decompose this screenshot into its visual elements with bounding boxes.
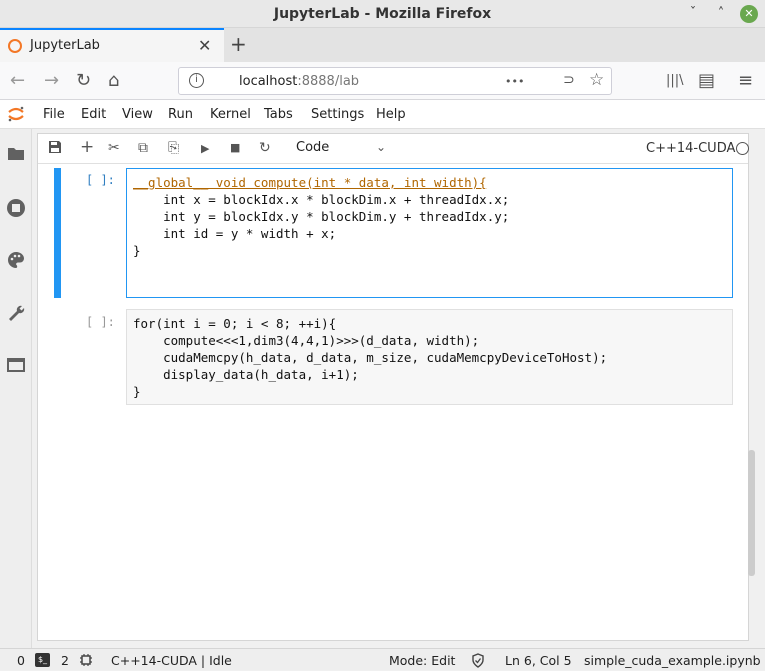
notebook-toolbar: + ✂ ⧉ ⎘ ▶ ■ ↻ Code ⌄ C++14-CUDA <box>38 134 749 164</box>
cell-prompt: [ ]: <box>86 173 115 187</box>
sidebar-toggle-icon[interactable]: ▤ <box>698 70 715 91</box>
hamburger-menu-icon[interactable]: ≡ <box>738 70 753 91</box>
menu-settings[interactable]: Settings <box>311 107 364 122</box>
menu-run[interactable]: Run <box>168 107 193 122</box>
status-bar: 0 $_ 2 C++14-CUDA | Idle Mode: Edit Ln 6… <box>0 648 765 670</box>
back-button[interactable]: ← <box>10 70 25 91</box>
jupyter-favicon-icon <box>8 39 22 53</box>
cell-type-select[interactable]: Code <box>296 140 329 155</box>
file-name: simple_cuda_example.ipynb <box>584 653 761 668</box>
menu-tabs[interactable]: Tabs <box>264 107 293 122</box>
menu-help[interactable]: Help <box>376 107 406 122</box>
cell-editor[interactable]: __global__ void compute(int * data, int … <box>126 168 733 298</box>
menu-file[interactable]: File <box>43 107 65 122</box>
forward-button[interactable]: → <box>44 70 59 91</box>
url-bar[interactable]: i localhost:8888/lab ••• ⊃ ☆ <box>178 67 612 95</box>
close-window-button[interactable]: ✕ <box>740 5 758 23</box>
code-line: } <box>133 384 141 399</box>
code-line: int id = y * width + x; <box>133 226 337 241</box>
code-line: __global__ void compute(int * data, int … <box>133 174 726 191</box>
browser-navbar: ← → ↻ ⌂ i localhost:8888/lab ••• ⊃ ☆ |||… <box>0 62 765 100</box>
mode-indicator: Mode: Edit <box>389 653 456 668</box>
library-icon[interactable]: |||\ <box>666 73 684 88</box>
code-cell-2[interactable]: [ ]: for(int i = 0; i < 8; ++i){ compute… <box>54 309 734 407</box>
terminal-icon[interactable]: $_ <box>35 653 50 667</box>
kernel-name[interactable]: C++14-CUDA <box>646 141 735 156</box>
tab-label: JupyterLab <box>30 38 100 53</box>
cpu-icon[interactable] <box>79 653 93 670</box>
shield-icon[interactable] <box>471 653 485 671</box>
pocket-icon[interactable]: ⊃ <box>563 72 575 88</box>
code-line: } <box>133 243 141 258</box>
bookmark-star-icon[interactable]: ☆ <box>589 70 604 90</box>
code-line-text: __global__ void compute(int * data, int … <box>133 175 487 190</box>
folder-icon[interactable] <box>6 145 26 165</box>
cursor-position[interactable]: Ln 6, Col 5 <box>505 653 572 668</box>
status-count-b[interactable]: 2 <box>61 653 69 668</box>
window-titlebar: JupyterLab - Mozilla Firefox ˇ ˄ ✕ <box>0 0 765 28</box>
home-button[interactable]: ⌂ <box>108 70 119 91</box>
browser-tab-jupyterlab[interactable]: JupyterLab ✕ <box>0 28 224 62</box>
active-cell-indicator <box>54 168 61 298</box>
run-icon[interactable]: ▶ <box>201 142 209 155</box>
info-icon[interactable]: i <box>189 73 204 88</box>
copy-icon[interactable]: ⧉ <box>138 140 148 156</box>
add-cell-button[interactable]: + <box>80 137 94 157</box>
menu-kernel[interactable]: Kernel <box>210 107 251 122</box>
cell-prompt: [ ]: <box>86 315 115 329</box>
notebook-scrollbar[interactable] <box>748 450 755 576</box>
stop-icon[interactable]: ■ <box>230 141 240 154</box>
url-host: localhost <box>239 74 298 89</box>
menu-view[interactable]: View <box>122 107 153 122</box>
tabs-icon[interactable] <box>6 357 26 377</box>
code-line: for(int i = 0; i < 8; ++i){ <box>133 316 337 331</box>
jupyter-menubar: File Edit View Run Kernel Tabs Settings … <box>0 100 765 129</box>
reload-button[interactable]: ↻ <box>76 70 91 91</box>
cut-icon[interactable]: ✂ <box>108 140 120 156</box>
wrench-icon[interactable] <box>6 304 26 324</box>
cell-editor[interactable]: for(int i = 0; i < 8; ++i){ compute<<<1,… <box>126 309 733 405</box>
window-title: JupyterLab - Mozilla Firefox <box>273 6 492 22</box>
kernel-status-icon <box>736 142 749 155</box>
tab-close-icon[interactable]: ✕ <box>198 36 211 55</box>
code-cell-1[interactable]: [ ]: __global__ void compute(int * data,… <box>54 168 734 300</box>
page-actions-icon[interactable]: ••• <box>505 75 524 88</box>
left-sidebar <box>0 129 32 650</box>
jupyter-logo-icon <box>8 106 24 122</box>
code-line: int x = blockIdx.x * blockDim.x + thread… <box>133 192 510 207</box>
paste-icon[interactable]: ⎘ <box>168 140 179 156</box>
status-count-a[interactable]: 0 <box>17 653 25 668</box>
menu-edit[interactable]: Edit <box>81 107 106 122</box>
new-tab-button[interactable]: + <box>230 32 247 56</box>
code-line: cudaMemcpy(h_data, d_data, m_size, cudaM… <box>133 350 608 365</box>
restart-icon[interactable]: ↻ <box>259 140 271 156</box>
url-text: localhost:8888/lab <box>239 74 359 89</box>
code-line: compute<<<1,dim3(4,4,1)>>>(d_data, width… <box>133 333 480 348</box>
kernel-status-text[interactable]: C++14-CUDA | Idle <box>111 653 232 668</box>
maximize-button[interactable]: ˄ <box>712 5 730 23</box>
save-icon[interactable] <box>48 140 62 158</box>
code-line: display_data(h_data, i+1); <box>133 367 359 382</box>
minimize-button[interactable]: ˇ <box>684 5 702 23</box>
notebook-panel: + ✂ ⧉ ⎘ ▶ ■ ↻ Code ⌄ C++14-CUDA [ ]: __g… <box>37 133 749 641</box>
url-path: :8888/lab <box>297 74 360 89</box>
browser-tabbar: JupyterLab ✕ + <box>0 28 765 62</box>
chevron-down-icon[interactable]: ⌄ <box>376 140 386 154</box>
code-line: int y = blockIdx.y * blockDim.y + thread… <box>133 209 510 224</box>
palette-icon[interactable] <box>6 251 26 271</box>
running-icon[interactable] <box>6 198 26 218</box>
